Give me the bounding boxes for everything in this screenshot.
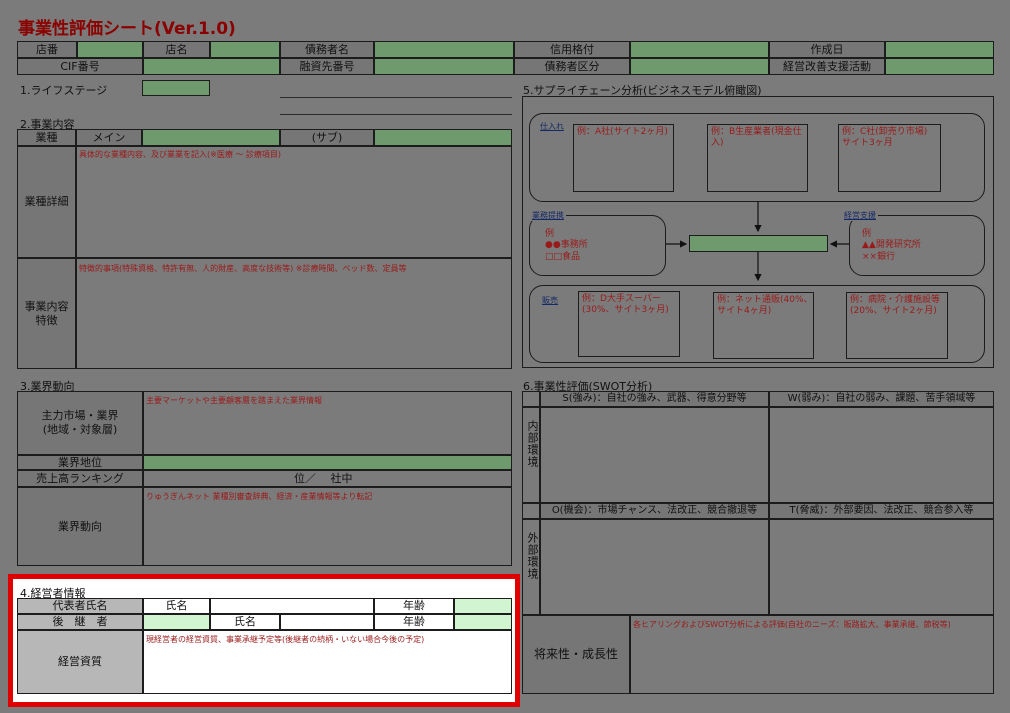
swot-corner — [522, 391, 540, 407]
swot-o-header: O(機会)：市場チャンス、法改正、競合撤退等 — [540, 503, 769, 519]
swot-w-header: W(弱み)：自社の弱み、課題、苦手領域等 — [769, 391, 994, 407]
future-growth-label: 将来性・成長性 — [522, 615, 630, 694]
sales-box-hospital-text: 例：病院・介護施設等 (20%、サイト2ヶ月) — [850, 295, 941, 317]
external-env-label: 外部環境 — [526, 532, 539, 580]
sales-label[interactable]: 販売 — [540, 295, 560, 306]
sales-box-net-text: 例：ネット通販(40%、 サイト4ヶ月) — [717, 295, 813, 317]
future-growth-note: 各ヒアリングおよびSWOT分析による評価(自社のニーズ：販路拡大、事業承継、節税… — [633, 620, 951, 629]
swot-s-field[interactable] — [540, 407, 769, 503]
swot-t-header: T(脅威)：外部要因、法改正、競合参入等 — [769, 503, 994, 519]
sales-box-d-text: 例：D大手スーパー (30%、サイト3ヶ月) — [582, 294, 669, 316]
swot-o-field[interactable] — [540, 519, 769, 615]
swot-t-field[interactable] — [769, 519, 994, 615]
swot-corner-2 — [522, 503, 540, 519]
swot-s-header: S(強み)：自社の強み、武器、得意分野等 — [540, 391, 769, 407]
swot-w-field[interactable] — [769, 407, 994, 503]
internal-env-label: 内部環境 — [526, 420, 539, 468]
